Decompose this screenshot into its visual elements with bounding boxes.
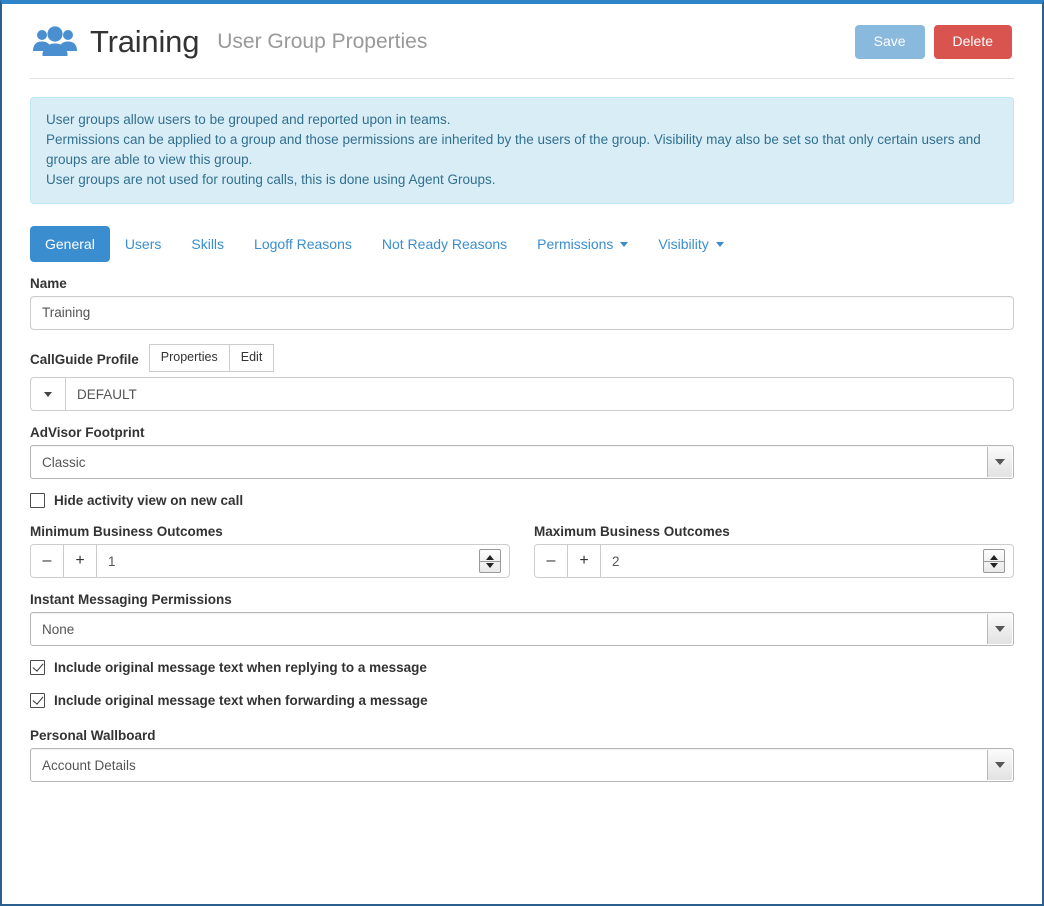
include-forward-row[interactable]: Include original message text when forwa… — [30, 693, 1014, 708]
tab-general[interactable]: General — [30, 226, 110, 262]
callguide-profile-label: CallGuide Profile — [30, 352, 139, 367]
hide-activity-label: Hide activity view on new call — [54, 493, 244, 508]
alert-line-1: User groups allow users to be grouped an… — [46, 112, 451, 127]
max-outcomes-decrement-button[interactable]: – — [535, 545, 568, 577]
min-outcomes-increment-button[interactable]: + — [64, 545, 97, 577]
im-permissions-value: None — [42, 621, 75, 637]
max-outcomes-increment-button[interactable]: + — [568, 545, 601, 577]
advisor-footprint-value: Classic — [42, 454, 86, 470]
advisor-footprint-select[interactable]: Classic — [30, 445, 1014, 479]
page-title: Training — [90, 24, 200, 59]
personal-wallboard-value: Account Details — [42, 757, 136, 773]
tab-permissions[interactable]: Permissions — [522, 226, 643, 262]
min-outcomes-decrement-button[interactable]: – — [31, 545, 64, 577]
min-outcomes-spinner[interactable] — [479, 549, 501, 573]
callguide-profile-input-group: DEFAULT — [30, 377, 1014, 411]
tab-visibility[interactable]: Visibility — [643, 226, 738, 262]
im-permissions-block: Instant Messaging Permissions None — [30, 592, 1014, 646]
callguide-properties-button[interactable]: Properties — [148, 344, 230, 372]
max-outcomes-stepper: – + 2 — [534, 544, 1014, 578]
personal-wallboard-label: Personal Wallboard — [30, 728, 156, 743]
chevron-down-icon — [44, 391, 52, 397]
im-permissions-label: Instant Messaging Permissions — [30, 592, 232, 607]
callguide-label-row: CallGuide Profile Properties Edit — [30, 344, 1014, 372]
save-button[interactable]: Save — [854, 25, 925, 59]
im-permissions-select[interactable]: None — [30, 612, 1014, 646]
tab-not-ready-reasons-label: Not Ready Reasons — [381, 236, 508, 252]
alert-line-3: User groups are not used for routing cal… — [46, 172, 496, 187]
min-outcomes-block: Minimum Business Outcomes – + 1 — [30, 524, 510, 578]
advisor-footprint-block: AdVisor Footprint Classic — [30, 425, 1014, 479]
personal-wallboard-block: Personal Wallboard Account Details — [30, 728, 1014, 782]
chevron-down-icon — [995, 762, 1005, 768]
tab-skills[interactable]: Skills — [176, 226, 239, 262]
tab-skills-label: Skills — [191, 236, 225, 252]
spinner-divider — [984, 560, 1004, 562]
min-outcomes-label: Minimum Business Outcomes — [30, 524, 223, 539]
hide-activity-checkbox[interactable] — [30, 493, 45, 508]
max-outcomes-block: Maximum Business Outcomes – + 2 — [534, 524, 1014, 578]
max-outcomes-input[interactable]: 2 — [601, 545, 983, 577]
info-alert: User groups allow users to be grouped an… — [30, 97, 1014, 204]
chevron-down-icon — [715, 241, 724, 247]
select-dropdown-button[interactable] — [987, 750, 1012, 780]
callguide-edit-button[interactable]: Edit — [229, 344, 275, 372]
chevron-down-icon — [995, 459, 1005, 465]
tab-not-ready-reasons[interactable]: Not Ready Reasons — [367, 226, 522, 262]
callguide-dropdown-toggle[interactable] — [30, 377, 65, 411]
page-header: Training User Group Properties Save Dele… — [30, 4, 1014, 79]
users-group-icon — [30, 22, 80, 62]
arrow-down-icon — [486, 562, 494, 568]
min-outcomes-input[interactable]: 1 — [97, 545, 479, 577]
header-actions: Save Delete — [854, 25, 1014, 59]
select-dropdown-button[interactable] — [987, 614, 1012, 644]
include-forward-label: Include original message text when forwa… — [54, 693, 428, 708]
arrow-up-icon — [990, 554, 998, 560]
name-label: Name — [30, 276, 67, 291]
callguide-profile-block: CallGuide Profile Properties Edit DEFAUL… — [30, 344, 1014, 411]
tab-users-label: Users — [124, 236, 162, 252]
tab-logoff-reasons[interactable]: Logoff Reasons — [239, 226, 367, 262]
callguide-profile-value[interactable]: DEFAULT — [65, 377, 1014, 411]
min-outcomes-stepper: – + 1 — [30, 544, 510, 578]
spinner-divider — [480, 560, 500, 562]
business-outcomes-row: Minimum Business Outcomes – + 1 Maximum … — [30, 524, 1014, 578]
tab-general-label: General — [45, 236, 95, 252]
delete-button[interactable]: Delete — [933, 25, 1012, 59]
page-subtitle: User Group Properties — [217, 30, 428, 53]
tab-users[interactable]: Users — [110, 226, 177, 262]
include-reply-label: Include original message text when reply… — [54, 660, 427, 675]
chevron-down-icon — [620, 241, 629, 247]
include-reply-checkbox[interactable] — [30, 660, 45, 675]
max-outcomes-spinner[interactable] — [983, 549, 1005, 573]
arrow-up-icon — [486, 554, 494, 560]
callguide-button-group: Properties Edit — [148, 344, 275, 372]
name-field-block: Name Training — [30, 276, 1014, 330]
user-group-properties-window: Training User Group Properties Save Dele… — [0, 0, 1044, 906]
tab-visibility-label: Visibility — [658, 236, 709, 252]
tab-logoff-reasons-label: Logoff Reasons — [254, 236, 352, 252]
max-outcomes-label: Maximum Business Outcomes — [534, 524, 730, 539]
hide-activity-row[interactable]: Hide activity view on new call — [30, 493, 1014, 508]
include-forward-checkbox[interactable] — [30, 693, 45, 708]
arrow-down-icon — [990, 562, 998, 568]
chevron-down-icon — [995, 626, 1005, 632]
tab-bar: General Users Skills Logoff Reasons Not … — [30, 226, 1014, 262]
tab-permissions-label: Permissions — [537, 236, 614, 252]
advisor-footprint-label: AdVisor Footprint — [30, 425, 145, 440]
select-dropdown-button[interactable] — [987, 447, 1012, 477]
alert-line-2: Permissions can be applied to a group an… — [46, 132, 981, 167]
page-content: Training User Group Properties Save Dele… — [2, 4, 1042, 782]
include-reply-row[interactable]: Include original message text when reply… — [30, 660, 1014, 675]
name-input[interactable]: Training — [30, 296, 1014, 330]
personal-wallboard-select[interactable]: Account Details — [30, 748, 1014, 782]
